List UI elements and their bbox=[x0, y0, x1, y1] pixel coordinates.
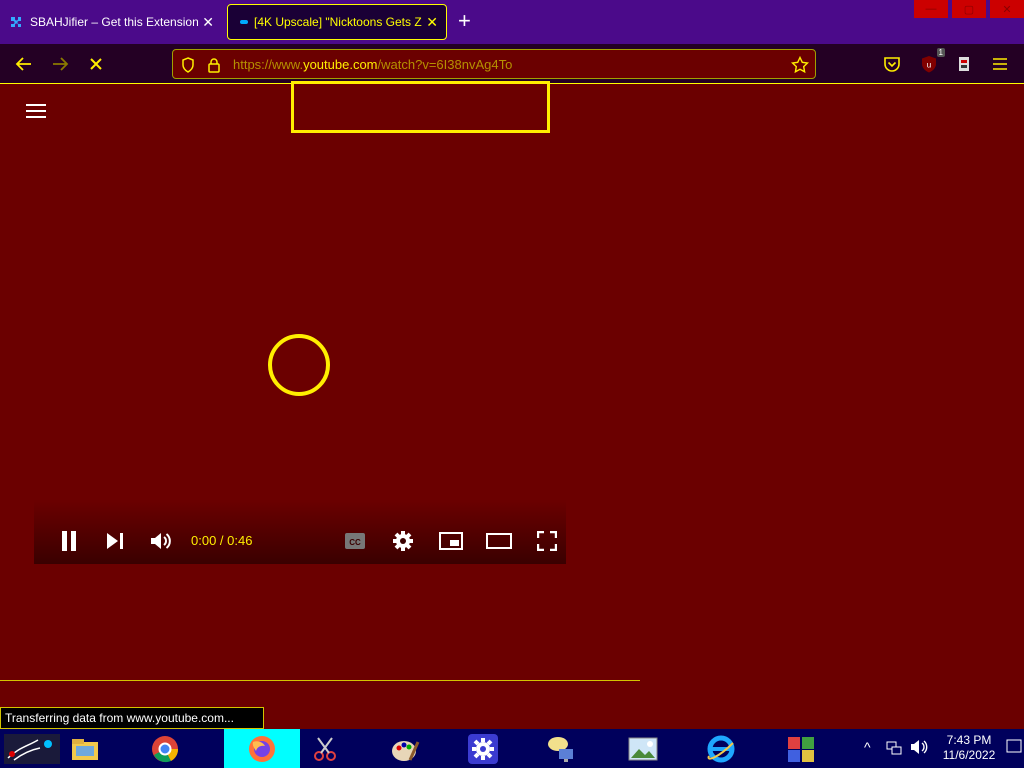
internet-explorer-icon bbox=[707, 735, 735, 762]
tab-close-icon[interactable]: ✕ bbox=[202, 14, 214, 31]
svg-text:u: u bbox=[927, 61, 931, 70]
gear-icon bbox=[393, 531, 413, 551]
file-explorer-icon bbox=[72, 738, 98, 760]
hamburger-menu-icon bbox=[993, 58, 1007, 70]
address-bar[interactable]: https://www.youtube.com/watch?v=6I38nvAg… bbox=[172, 49, 816, 79]
taskbar-file-explorer[interactable] bbox=[66, 729, 104, 768]
theater-mode-button[interactable] bbox=[486, 528, 512, 554]
taskbar-settings[interactable] bbox=[464, 729, 502, 768]
tab-youtube[interactable]: [4K Upscale] "Nicktoons Gets Z ✕ bbox=[227, 4, 447, 40]
close-window-button[interactable]: ✕ bbox=[990, 0, 1024, 18]
start-button[interactable] bbox=[0, 729, 64, 768]
chrome-icon bbox=[152, 735, 179, 762]
audio-indicator-icon bbox=[240, 20, 248, 24]
tab-sbahjifier[interactable]: SBAHJifier – Get this Extension f ✕ bbox=[0, 4, 222, 40]
tab-title: [4K Upscale] "Nicktoons Gets Z bbox=[254, 15, 422, 29]
ublock-extension-button[interactable]: u 1 bbox=[917, 48, 945, 76]
page-load-progress bbox=[0, 680, 640, 681]
network-icon bbox=[548, 736, 573, 762]
window-controls: — ▢ ✕ bbox=[910, 0, 1024, 18]
taskbar-control-panel[interactable] bbox=[782, 729, 820, 768]
skip-next-icon bbox=[107, 533, 123, 549]
show-hidden-icons-button[interactable]: ^ bbox=[864, 739, 871, 755]
taskbar-internet-explorer[interactable] bbox=[702, 729, 740, 768]
extension-icon bbox=[959, 57, 969, 71]
taskbar-network[interactable] bbox=[542, 729, 580, 768]
forward-button[interactable] bbox=[48, 52, 72, 76]
next-button[interactable] bbox=[102, 528, 128, 554]
url-path: /watch?v=6I38nvAg4To bbox=[377, 56, 513, 72]
stop-loading-button[interactable] bbox=[84, 52, 108, 76]
clock-time: 7:43 PM bbox=[946, 733, 992, 747]
tab-strip: SBAHJifier – Get this Extension f ✕ [4K … bbox=[0, 0, 1024, 44]
menu-line bbox=[26, 116, 46, 118]
snipping-tool-icon bbox=[314, 736, 336, 761]
search-input[interactable] bbox=[291, 81, 550, 133]
mute-button[interactable] bbox=[148, 528, 174, 554]
stop-icon bbox=[90, 58, 102, 70]
bookmark-star-icon[interactable] bbox=[791, 56, 809, 74]
new-tab-button[interactable]: + bbox=[458, 10, 471, 32]
start-icon bbox=[4, 733, 60, 764]
taskbar-firefox[interactable] bbox=[224, 729, 300, 768]
puzzle-icon bbox=[11, 17, 21, 27]
paint-icon bbox=[392, 740, 420, 761]
taskbar: ^ 7:43 PM 11/6/2022 bbox=[0, 729, 1024, 768]
navigation-toolbar: https://www.youtube.com/watch?v=6I38nvAg… bbox=[0, 44, 1024, 84]
theater-mode-icon bbox=[486, 533, 512, 549]
url-host: youtube.com bbox=[303, 56, 378, 72]
notification-icon[interactable] bbox=[1006, 739, 1022, 753]
svg-text:CC: CC bbox=[349, 538, 361, 547]
menu-line bbox=[26, 110, 46, 112]
volume-tray-icon[interactable] bbox=[910, 739, 928, 755]
captions-button[interactable]: CC bbox=[342, 528, 368, 554]
fullscreen-icon bbox=[537, 531, 557, 551]
pause-button[interactable] bbox=[56, 528, 82, 554]
firefox-icon bbox=[249, 735, 275, 762]
network-tray-icon[interactable] bbox=[886, 739, 902, 755]
taskbar-chrome[interactable] bbox=[146, 729, 184, 768]
minimize-button[interactable]: — bbox=[914, 0, 948, 18]
taskbar-paint[interactable] bbox=[386, 729, 424, 768]
url-text: https://www.youtube.com/watch?v=6I38nvAg… bbox=[233, 57, 512, 72]
lock-icon[interactable] bbox=[207, 57, 221, 73]
settings-button[interactable] bbox=[390, 528, 416, 554]
tab-title: SBAHJifier – Get this Extension f bbox=[30, 15, 199, 29]
fullscreen-button[interactable] bbox=[534, 528, 560, 554]
app-menu-button[interactable] bbox=[988, 52, 1012, 76]
pause-icon bbox=[62, 531, 76, 551]
taskbar-clock[interactable]: 7:43 PM 11/6/2022 bbox=[934, 733, 1004, 763]
clock-date: 11/6/2022 bbox=[942, 748, 996, 762]
extension-badge: 1 bbox=[936, 48, 945, 57]
url-prefix: https://www. bbox=[233, 56, 304, 72]
control-panel-icon bbox=[788, 736, 814, 762]
volume-icon bbox=[151, 533, 171, 549]
guide-menu-button[interactable] bbox=[26, 104, 46, 122]
time-display: 0:00 / 0:46 bbox=[191, 533, 253, 548]
maximize-button[interactable]: ▢ bbox=[952, 0, 986, 18]
video-player-controls: 0:00 / 0:46 CC bbox=[34, 500, 566, 564]
taskbar-photos[interactable] bbox=[624, 729, 662, 768]
settings-icon bbox=[468, 733, 498, 764]
shield-icon[interactable] bbox=[181, 57, 195, 73]
taskbar-snipping-tool[interactable] bbox=[306, 729, 344, 768]
tab-close-icon[interactable]: ✕ bbox=[426, 14, 438, 31]
loading-spinner bbox=[268, 334, 330, 396]
menu-line bbox=[26, 104, 46, 106]
pocket-icon bbox=[884, 57, 900, 72]
status-bar: Transferring data from www.youtube.com..… bbox=[0, 707, 264, 729]
forward-arrow-icon bbox=[53, 57, 69, 71]
back-arrow-icon bbox=[15, 57, 31, 71]
miniplayer-button[interactable] bbox=[438, 528, 464, 554]
ublock-icon: u bbox=[922, 56, 936, 73]
miniplayer-icon bbox=[439, 532, 463, 550]
photos-icon bbox=[628, 737, 658, 760]
back-button[interactable] bbox=[12, 52, 36, 76]
extension-button[interactable] bbox=[952, 52, 976, 76]
closed-captions-icon: CC bbox=[345, 533, 365, 549]
pocket-button[interactable] bbox=[880, 52, 904, 76]
